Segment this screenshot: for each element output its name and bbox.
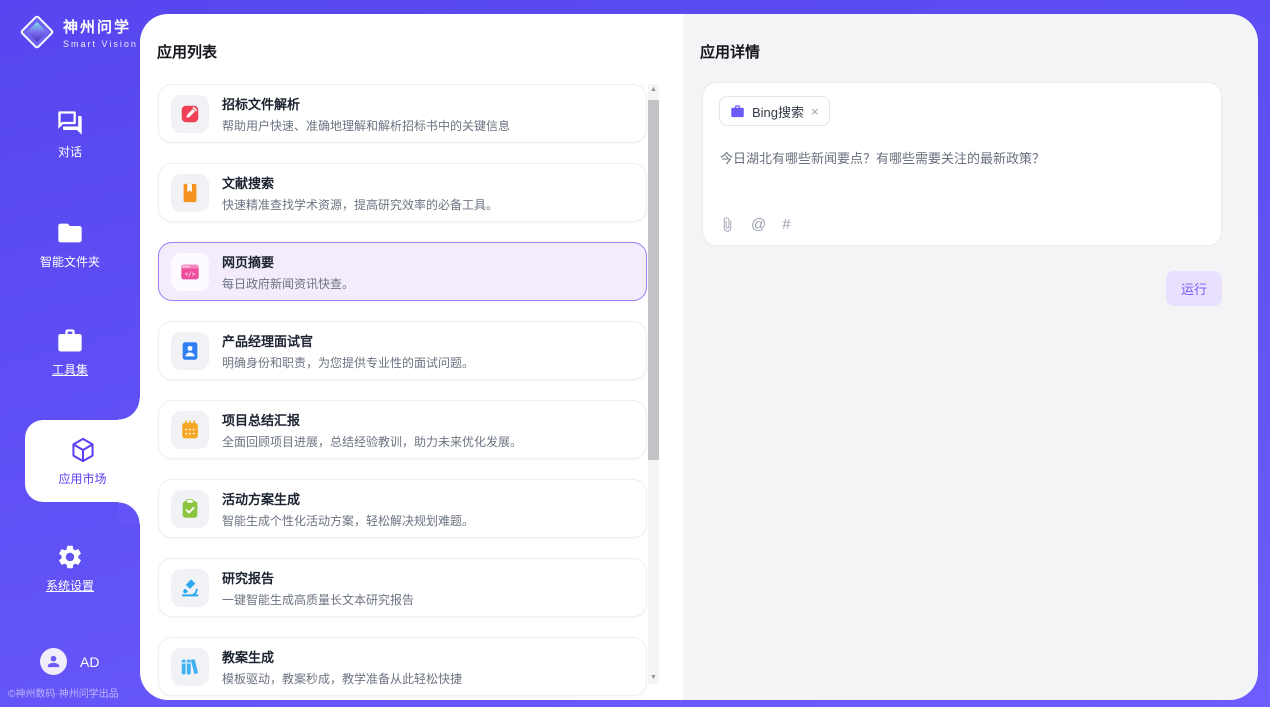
app-card-description: 全面回顾项目进展，总结经验教训，助力未来优化发展。	[222, 433, 522, 450]
content-area: 应用列表 招标文件解析 帮助用户快速、准确地理解和解析招标书中的关键信息 文献搜…	[140, 14, 1258, 700]
cube-icon	[69, 436, 97, 464]
sidebar-item-chat[interactable]: 对话	[0, 108, 140, 160]
app-card-description: 一键智能生成高质量长文本研究报告	[222, 591, 414, 608]
app-card-description: 每日政府新闻资讯快查。	[222, 275, 354, 292]
svg-text:</>: </>	[185, 271, 196, 278]
sidebar: 神州问学 Smart Vision 对话 智能文件夹 工具集 应用市场 系统设置…	[0, 0, 140, 707]
scroll-up-icon[interactable]: ▲	[648, 84, 659, 96]
briefcase-icon	[730, 104, 745, 119]
app-detail-title: 应用详情	[700, 41, 760, 62]
sidebar-item-label: 对话	[58, 143, 82, 160]
notepad-icon	[171, 411, 209, 449]
app-card-description: 快速精准查找学术资源，提高研究效率的必备工具。	[222, 196, 498, 213]
tab-fillet-bottom	[118, 502, 140, 524]
app-card-pm-interviewer[interactable]: 产品经理面试官 明确身份和职责，为您提供专业性的面试问题。	[158, 321, 647, 380]
app-card-title: 产品经理面试官	[222, 331, 474, 350]
attachment-icon[interactable]	[720, 217, 735, 232]
app-list-title: 应用列表	[157, 41, 217, 62]
app-list-scrollbar[interactable]: ▲ ▼	[648, 84, 659, 684]
app-card-webpage-summary[interactable]: </> 网页摘要 每日政府新闻资讯快查。	[158, 242, 647, 301]
gear-icon	[56, 543, 84, 571]
app-card-title: 活动方案生成	[222, 489, 474, 508]
tool-tag-label: Bing搜索	[752, 102, 804, 121]
sidebar-item-label: 智能文件夹	[40, 253, 100, 270]
app-card-research-report[interactable]: 研究报告 一键智能生成高质量长文本研究报告	[158, 558, 647, 617]
app-card-description: 明确身份和职责，为您提供专业性的面试问题。	[222, 354, 474, 371]
brand-name: 神州问学	[63, 16, 138, 37]
prompt-input[interactable]: 今日湖北有哪些新闻要点？有哪些需要关注的最新政策？	[720, 149, 1205, 169]
sidebar-item-app-market[interactable]: 应用市场	[25, 420, 140, 502]
browser-code-icon: </>	[171, 253, 209, 291]
sidebar-item-label: 系统设置	[46, 577, 94, 594]
folder-icon	[56, 219, 84, 247]
prompt-toolbar: @#	[720, 216, 791, 233]
close-icon[interactable]: ×	[811, 105, 819, 118]
brand-logo: 神州问学 Smart Vision	[18, 13, 138, 51]
app-card-title: 招标文件解析	[222, 94, 510, 113]
app-card-title: 研究报告	[222, 568, 414, 587]
books-icon	[171, 648, 209, 686]
user-account[interactable]: AD	[40, 648, 99, 675]
chat-icon	[56, 109, 84, 137]
brand-subtitle: Smart Vision	[63, 39, 138, 49]
scroll-down-icon[interactable]: ▼	[648, 672, 659, 684]
app-card-project-summary-report[interactable]: 项目总结汇报 全面回顾项目进展，总结经验教训，助力未来优化发展。	[158, 400, 647, 459]
app-card-title: 项目总结汇报	[222, 410, 522, 429]
book-icon	[171, 174, 209, 212]
app-card-bid-document-analysis[interactable]: 招标文件解析 帮助用户快速、准确地理解和解析招标书中的关键信息	[158, 84, 647, 143]
scrollbar-thumb[interactable]	[648, 100, 659, 460]
app-card-lesson-plan-generation[interactable]: 教案生成 模板驱动，教案秒成，教学准备从此轻松快捷	[158, 637, 647, 696]
sidebar-item-settings[interactable]: 系统设置	[0, 542, 140, 594]
diamond-logo-icon	[18, 13, 56, 51]
hash-icon[interactable]: #	[782, 216, 790, 233]
prompt-card: Bing搜索 × 今日湖北有哪些新闻要点？有哪些需要关注的最新政策？ @#	[702, 82, 1222, 246]
app-card-title: 教案生成	[222, 647, 462, 666]
edit-document-icon	[171, 95, 209, 133]
run-button[interactable]: 运行	[1166, 271, 1222, 306]
app-card-event-plan-generation[interactable]: 活动方案生成 智能生成个性化活动方案，轻松解决规划难题。	[158, 479, 647, 538]
sidebar-item-toolset[interactable]: 工具集	[0, 326, 140, 378]
microscope-icon	[171, 569, 209, 607]
sidebar-footer: ©神州数码·神州问学出品	[8, 685, 140, 700]
app-card-description: 模板驱动，教案秒成，教学准备从此轻松快捷	[222, 670, 462, 687]
toolbox-icon	[56, 327, 84, 355]
app-card-list: 招标文件解析 帮助用户快速、准确地理解和解析招标书中的关键信息 文献搜索 快速精…	[158, 84, 647, 700]
app-card-description: 帮助用户快速、准确地理解和解析招标书中的关键信息	[222, 117, 510, 134]
tab-fillet-top	[118, 398, 140, 420]
mention-icon[interactable]: @	[751, 216, 766, 233]
user-avatar-icon	[40, 648, 67, 675]
user-initials: AD	[80, 654, 99, 670]
sidebar-item-label: 应用市场	[58, 470, 106, 487]
app-card-title: 文献搜索	[222, 173, 498, 192]
app-card-title: 网页摘要	[222, 252, 354, 271]
interview-icon	[171, 332, 209, 370]
app-card-description: 智能生成个性化活动方案，轻松解决规划难题。	[222, 512, 474, 529]
app-list-panel: 应用列表 招标文件解析 帮助用户快速、准确地理解和解析招标书中的关键信息 文献搜…	[140, 14, 683, 700]
sidebar-item-smart-folders[interactable]: 智能文件夹	[0, 218, 140, 270]
sidebar-item-label: 工具集	[52, 361, 88, 378]
tool-tag-bing-search[interactable]: Bing搜索 ×	[719, 96, 830, 126]
clipboard-check-icon	[171, 490, 209, 528]
app-detail-panel: 应用详情 Bing搜索 × 今日湖北有哪些新闻要点？有哪些需要关注的最新政策？ …	[683, 14, 1258, 700]
app-card-literature-search[interactable]: 文献搜索 快速精准查找学术资源，提高研究效率的必备工具。	[158, 163, 647, 222]
